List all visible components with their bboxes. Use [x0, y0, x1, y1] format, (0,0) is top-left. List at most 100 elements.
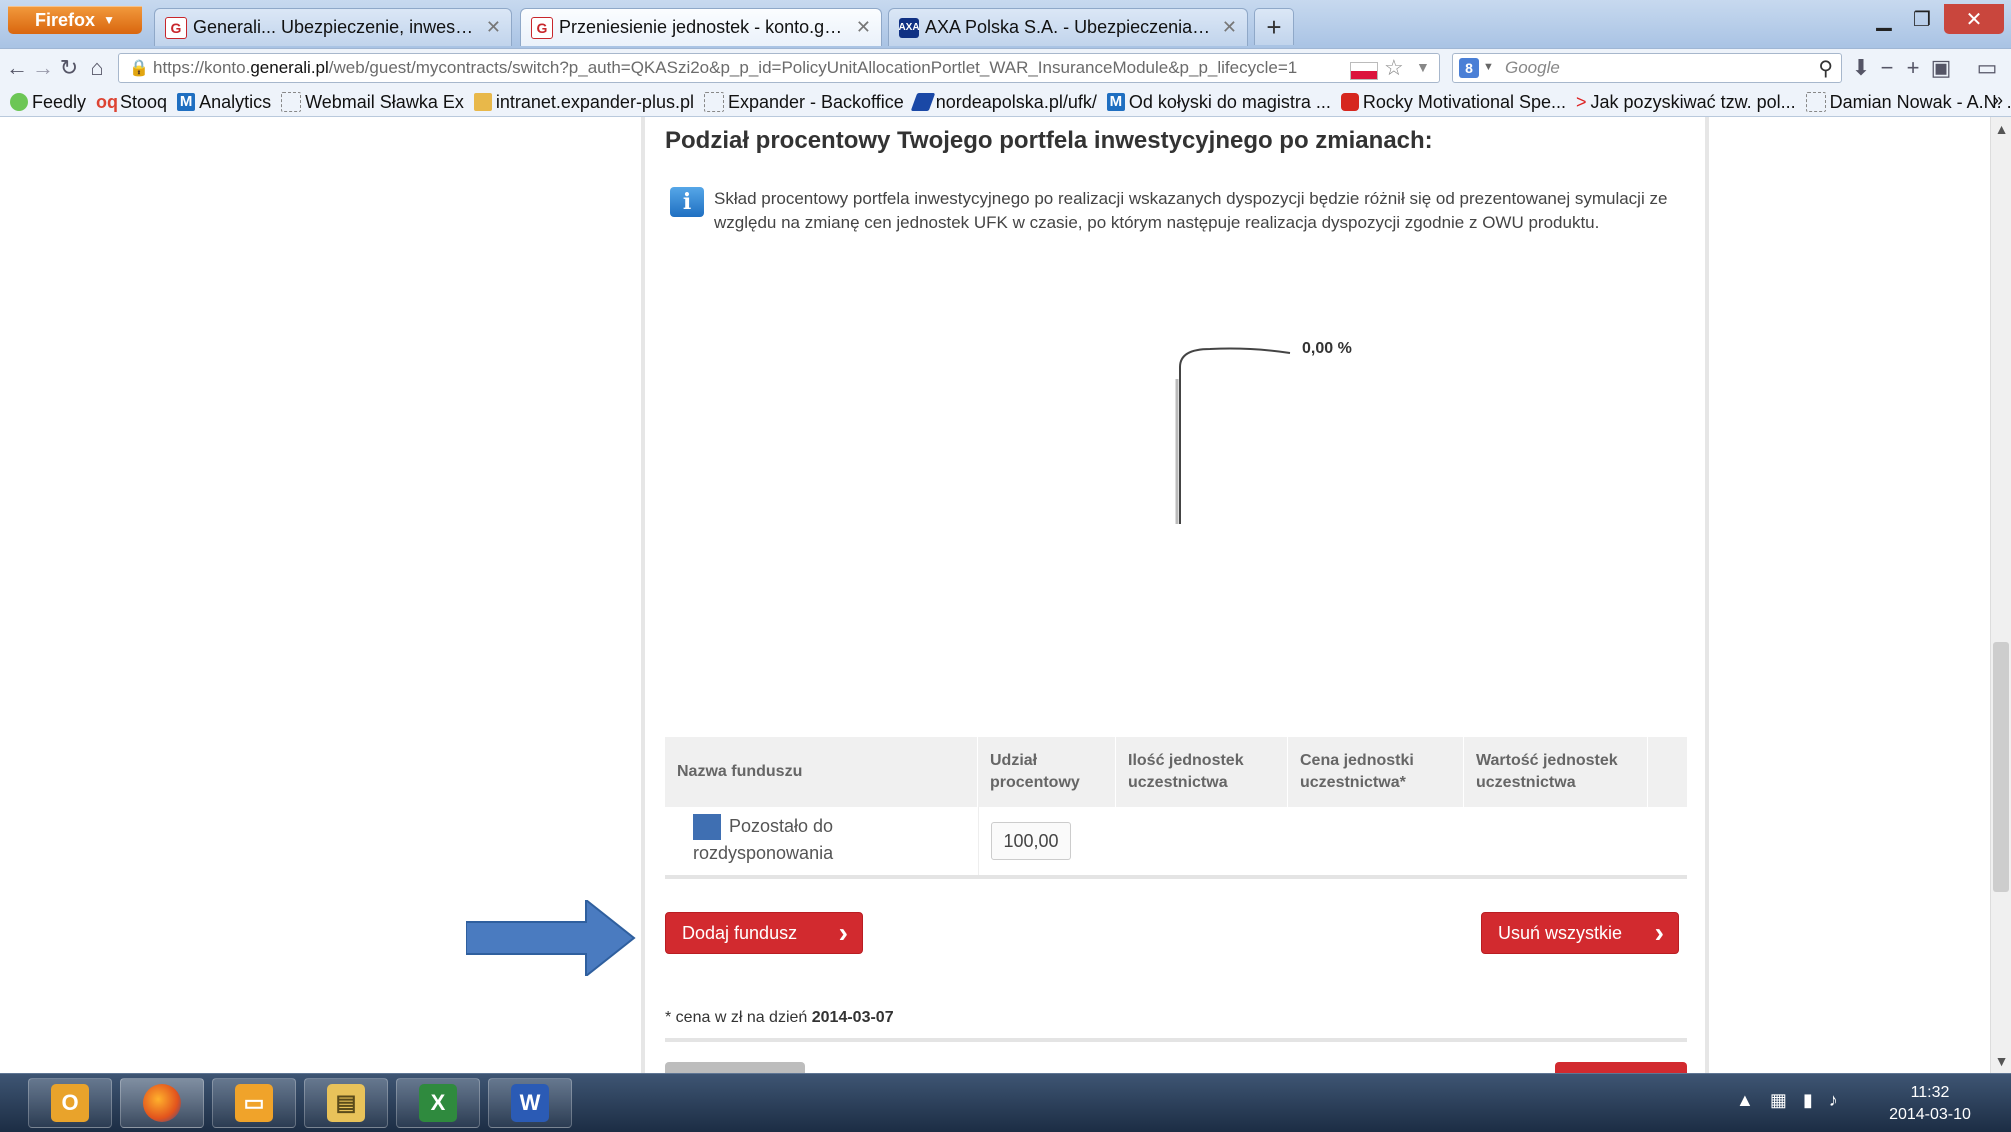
- home-icon[interactable]: ⌂: [84, 53, 110, 83]
- restore-icon[interactable]: ❐: [1904, 4, 1940, 34]
- addon-icon[interactable]: ▣: [1928, 53, 1954, 83]
- price-note-prefix: * cena w zł na dzień: [665, 1009, 812, 1026]
- next-button[interactable]: [1555, 1062, 1687, 1073]
- bookmark-jak-pozyskiwac[interactable]: > Jak pozyskiwać tzw. pol...: [1576, 92, 1796, 113]
- close-icon[interactable]: ✕: [486, 17, 501, 38]
- outlook-icon: O: [51, 1084, 89, 1122]
- close-icon[interactable]: ✕: [1222, 17, 1237, 38]
- window-close-icon[interactable]: ✕: [1944, 4, 2004, 34]
- tab-title: Przeniesienie jednostek - konto.gener...: [559, 17, 848, 37]
- stooq-icon: oq: [96, 91, 119, 112]
- address-bar[interactable]: 🔒 https://konto. generali.pl/web/guest/my…: [118, 53, 1440, 83]
- column-header-units[interactable]: Ilość jednostek uczestnictwa: [1116, 737, 1288, 807]
- search-engine-dropdown-icon[interactable]: ▼: [1483, 61, 1494, 73]
- column-header-share[interactable]: Udział procentowy: [978, 737, 1116, 807]
- signal-icon[interactable]: ▮: [1803, 1090, 1813, 1111]
- windows-taskbar: O ▭ ▤ X W ▲ ▦ ▮ ♪ 11:32 2014-03-10: [0, 1073, 2011, 1132]
- search-input[interactable]: 8 ▼ Google ⚲: [1452, 53, 1842, 83]
- chevron-right-icon: ›: [838, 917, 848, 948]
- tray-expand-icon[interactable]: ▲: [1736, 1090, 1754, 1111]
- taskbar-explorer[interactable]: ▤: [304, 1078, 388, 1128]
- info-icon: i: [670, 187, 704, 217]
- info-text: Skład procentowy portfela inwestycyjnego…: [714, 189, 1668, 232]
- bookmark-feedly[interactable]: Feedly: [10, 92, 86, 113]
- close-icon[interactable]: ✕: [856, 17, 871, 38]
- taskbar-firefox[interactable]: [120, 1078, 204, 1128]
- fund-name-cell: Pozostało do rozdysponowania: [665, 807, 978, 875]
- tab-przeniesienie[interactable]: G Przeniesienie jednostek - konto.gener.…: [520, 8, 882, 46]
- scroll-down-icon[interactable]: ▼: [1991, 1053, 2011, 1069]
- firefox-menu-button[interactable]: Firefox ▼: [8, 6, 142, 34]
- word-icon: W: [511, 1084, 549, 1122]
- bookmark-od-kolyski[interactable]: M Od kołyski do magistra ...: [1106, 92, 1331, 113]
- column-header-units-value[interactable]: Wartość jednostek uczestnictwa: [1464, 737, 1648, 807]
- taskbar-slides[interactable]: ▭: [212, 1078, 296, 1128]
- vertical-scrollbar[interactable]: ▲ ▼: [1990, 117, 2011, 1073]
- bookmark-webmail[interactable]: Webmail Sławka Ex: [281, 92, 464, 113]
- tab-generali[interactable]: G Generali... Ubezpieczenie, inwestycje,…: [154, 8, 512, 46]
- search-magnifier-icon[interactable]: ⚲: [1818, 56, 1833, 81]
- m-icon: M: [1106, 93, 1125, 111]
- url-dropdown-icon[interactable]: ▼: [1416, 59, 1430, 75]
- column-header-fund-name[interactable]: Nazwa funduszu: [665, 737, 978, 807]
- pointer-arrow-icon: [466, 900, 636, 976]
- lock-icon: 🔒: [129, 60, 149, 77]
- pie-chart-label: 0,00 %: [1302, 340, 1352, 357]
- bookmark-intranet[interactable]: intranet.expander-plus.pl: [473, 92, 694, 113]
- navigation-bar: ← → ↻ ⌂ 🔒 https://konto. generali.pl/web/…: [0, 48, 2011, 89]
- bookmark-expander[interactable]: Expander - Backoffice: [703, 92, 904, 113]
- axa-icon: AXA: [898, 17, 920, 38]
- nordea-icon: [910, 93, 936, 111]
- tab-axa[interactable]: AXA AXA Polska S.A. - Ubezpieczenia, Eme…: [888, 8, 1248, 46]
- reload-icon[interactable]: ↻: [56, 53, 82, 83]
- new-tab-button[interactable]: +: [1254, 8, 1294, 45]
- download-icon[interactable]: ⬇: [1848, 53, 1874, 83]
- taskbar-outlook[interactable]: O: [28, 1078, 112, 1128]
- clock[interactable]: 11:32 2014-03-10: [1870, 1082, 1990, 1126]
- clock-time: 11:32: [1910, 1084, 1950, 1101]
- bookmark-rocky[interactable]: Rocky Motivational Spe...: [1340, 92, 1566, 113]
- pie-chart-leader-line: [1175, 347, 1291, 524]
- search-placeholder: Google: [1505, 58, 1560, 77]
- generali-icon: G: [531, 16, 553, 39]
- bookmark-analytics[interactable]: M Analytics: [177, 92, 271, 113]
- bookmark-damian-nowak[interactable]: Damian Nowak - A.N. ...: [1805, 92, 2011, 113]
- feedly-icon: [10, 93, 28, 111]
- flag-icon: [1350, 62, 1378, 80]
- zoom-in-icon[interactable]: +: [1900, 53, 1926, 83]
- youtube-icon: [1340, 93, 1359, 111]
- volume-icon[interactable]: ♪: [1829, 1090, 1838, 1111]
- minimize-icon[interactable]: ▁: [1866, 4, 1902, 34]
- bookmarks-overflow-icon[interactable]: »: [1993, 90, 2003, 111]
- forward-icon[interactable]: →: [30, 53, 56, 83]
- network-icon[interactable]: ▦: [1770, 1090, 1787, 1111]
- scroll-up-icon[interactable]: ▲: [1991, 121, 2011, 137]
- taskbar-word[interactable]: W: [488, 1078, 572, 1128]
- add-fund-button[interactable]: Dodaj fundusz ›: [665, 912, 863, 954]
- back-icon[interactable]: ←: [4, 53, 30, 83]
- bookmark-star-icon[interactable]: ☆: [1384, 55, 1404, 81]
- remove-all-button[interactable]: Usuń wszystkie ›: [1481, 912, 1679, 954]
- generali-icon: G: [165, 16, 187, 39]
- price-note-date: 2014-03-07: [811, 1009, 894, 1026]
- system-tray: ▲ ▦ ▮ ♪: [1736, 1090, 1838, 1111]
- unit-price-cell: [1288, 807, 1464, 875]
- url-prefix: https://konto.: [153, 58, 251, 77]
- units-cell: [1116, 807, 1288, 875]
- zoom-out-icon[interactable]: −: [1874, 53, 1900, 83]
- arrow-icon: >: [1576, 91, 1587, 112]
- share-input[interactable]: [991, 822, 1071, 860]
- bookmark-nordea[interactable]: nordeapolska.pl/ufk/: [910, 92, 1097, 113]
- bookmark-stooq[interactable]: oq Stooq: [96, 92, 167, 113]
- scroll-thumb[interactable]: [1993, 642, 2009, 892]
- fullscreen-icon[interactable]: ▭: [1974, 53, 2000, 83]
- tab-title: AXA Polska S.A. - Ubezpieczenia, Eme...: [925, 17, 1214, 37]
- table-header: Nazwa funduszu Udział procentowy Ilość j…: [665, 737, 1687, 807]
- column-header-unit-price[interactable]: Cena jednostki uczestnictwa*: [1288, 737, 1464, 807]
- clock-date: 2014-03-10: [1889, 1106, 1971, 1123]
- price-note: * cena w zł na dzień 2014-03-07: [665, 1009, 894, 1027]
- back-button[interactable]: [665, 1062, 805, 1073]
- taskbar-excel[interactable]: X: [396, 1078, 480, 1128]
- page-viewport: Podział procentowy Twojego portfela inwe…: [0, 117, 1990, 1073]
- bookmarks-toolbar: Feedly oq Stooq M Analytics Webmail Sławka…: [0, 88, 2011, 117]
